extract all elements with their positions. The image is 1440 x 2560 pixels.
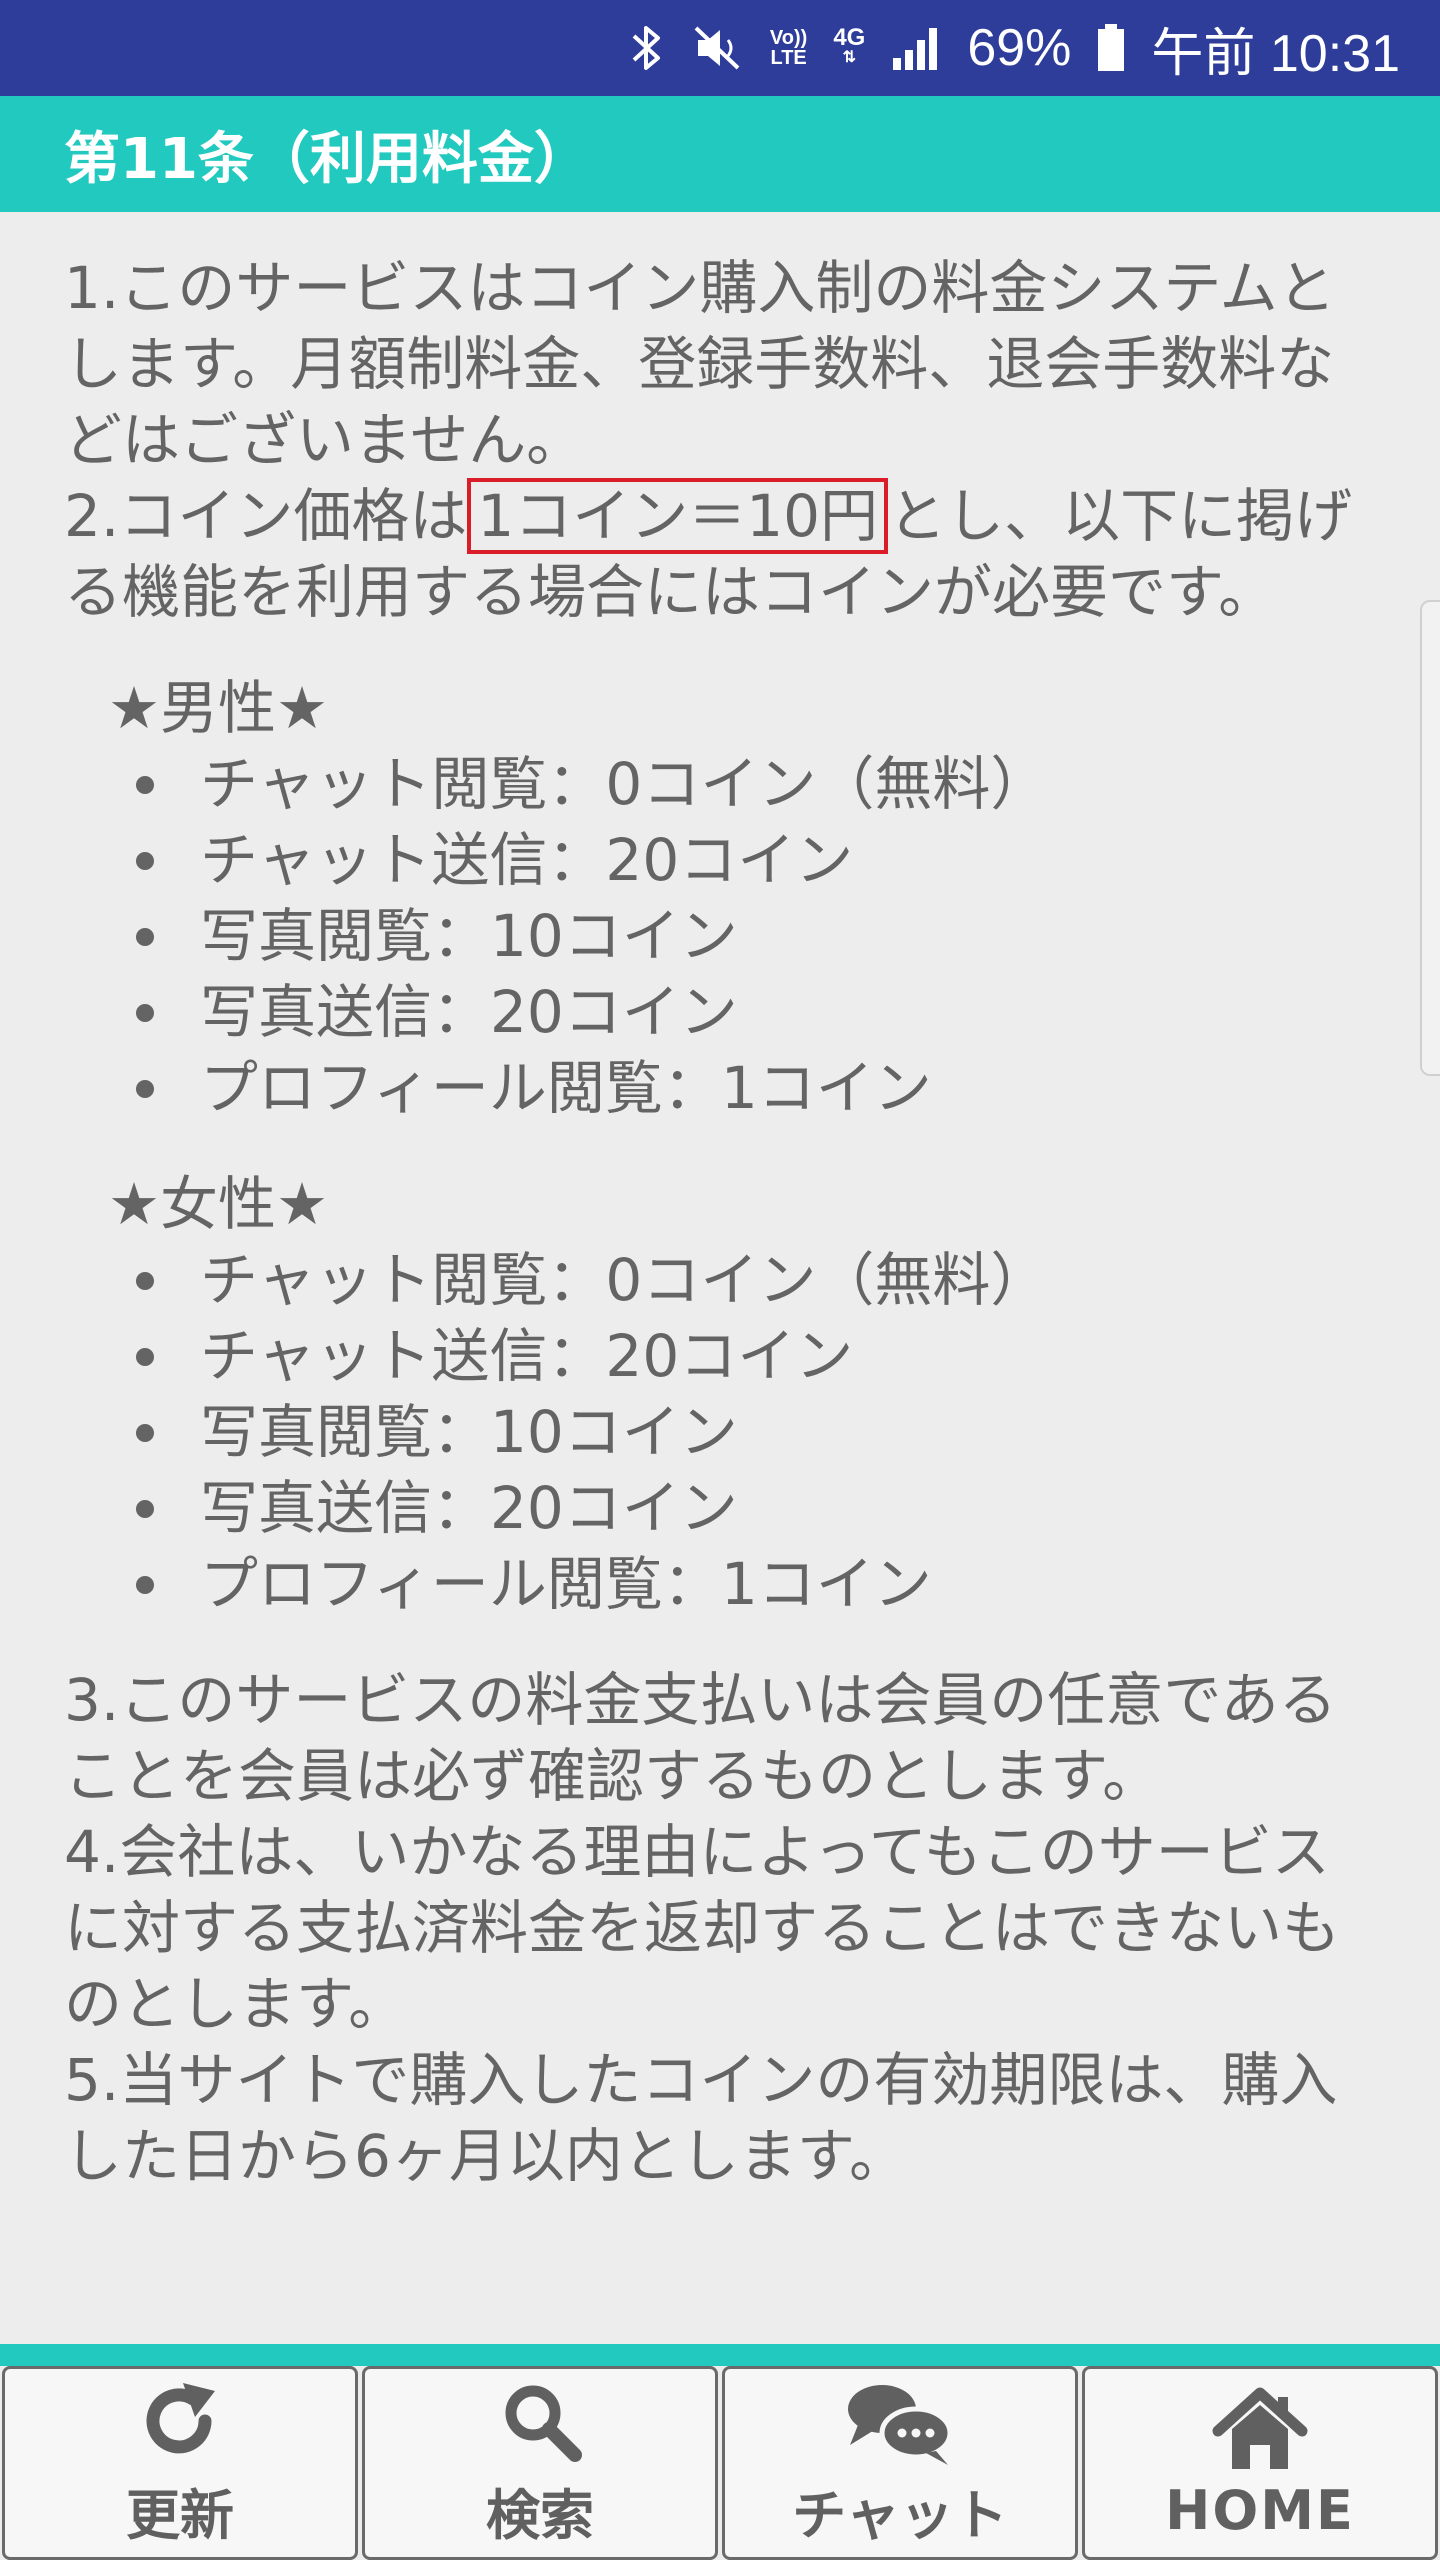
- male-fee-list: チャット閲覧：0コイン（無料） チャット送信：20コイン 写真閲覧：10コイン …: [64, 746, 1364, 1126]
- refresh-icon: [135, 2377, 225, 2467]
- paragraph-3: 3.このサービスの料金支払いは会員の任意であることを会員は必ず確認するものとしま…: [64, 1666, 1337, 1810]
- home-icon: [1210, 2385, 1310, 2475]
- list-item: チャット閲覧：0コイン（無料）: [136, 1242, 1364, 1318]
- network-label: 4G: [833, 24, 866, 51]
- section-header: 第11条（利用料金）: [0, 96, 1440, 212]
- search-button[interactable]: 検索: [362, 2366, 718, 2560]
- bluetooth-icon: [630, 22, 664, 74]
- paragraph-4: 4.会社は、いかなる理由によってもこのサービスに対する支払済料金を返却することは…: [64, 1818, 1341, 2038]
- volte-top-label: Vo)): [769, 27, 808, 49]
- search-label: 検索: [486, 2483, 594, 2547]
- volte-bottom-label: LTE: [770, 47, 807, 69]
- female-fee-list: チャット閲覧：0コイン（無料） チャット送信：20コイン 写真閲覧：10コイン …: [64, 1242, 1364, 1622]
- chat-icon: [840, 2377, 960, 2467]
- section-title: 第11条（利用料金）: [64, 126, 590, 192]
- list-item: 写真閲覧：10コイン: [136, 898, 1364, 974]
- terms-content: 1.このサービスはコイン購入制の料金システムとします。月額制料金、登録手数料、退…: [64, 250, 1364, 2194]
- paragraph-2-lead: 2.コイン価格は: [64, 482, 468, 550]
- paragraph-5: 5.当サイトで購入したコインの有効期限は、購入した日から6ヶ月以内とします。: [64, 2046, 1338, 2190]
- list-item: 写真閲覧：10コイン: [136, 1394, 1364, 1470]
- male-group-title: ★男性★: [108, 674, 328, 742]
- vibrate-mute-icon: [690, 22, 744, 74]
- list-item: プロフィール閲覧：1コイン: [136, 1546, 1364, 1622]
- search-icon: [495, 2377, 585, 2467]
- bottom-accent-bar: [0, 2344, 1440, 2366]
- refresh-button[interactable]: 更新: [2, 2366, 358, 2560]
- list-item: 写真送信：20コイン: [136, 1470, 1364, 1546]
- signal-icon: [891, 26, 941, 70]
- female-group-title: ★女性★: [108, 1170, 328, 1238]
- chat-button[interactable]: チャット: [722, 2366, 1078, 2560]
- volte-indicator: Vo)) LTE: [770, 28, 807, 68]
- list-item: チャット閲覧：0コイン（無料）: [136, 746, 1364, 822]
- list-item: 写真送信：20コイン: [136, 974, 1364, 1050]
- coin-price-highlight: 1コイン＝10円: [467, 478, 889, 554]
- paragraph-2: 2.コイン価格は 1コイン＝10円 とし、以下に掲げる機能を利用する場合にはコインが…: [64, 478, 1364, 630]
- clock: 午前 10:31: [1151, 24, 1400, 83]
- list-item: チャット送信：20コイン: [136, 1318, 1364, 1394]
- refresh-label: 更新: [126, 2483, 234, 2547]
- home-button[interactable]: HOME: [1082, 2366, 1438, 2560]
- status-bar: Vo)) LTE 4G ⇅ 69% 午前 10:31: [0, 0, 1440, 96]
- bottom-nav: 更新 検索 チャット HOME: [0, 2366, 1440, 2560]
- battery-icon: [1097, 24, 1125, 72]
- data-arrows-icon: ⇅: [842, 49, 857, 66]
- list-item: プロフィール閲覧：1コイン: [136, 1050, 1364, 1126]
- list-item: チャット送信：20コイン: [136, 822, 1364, 898]
- battery-percent: 69%: [967, 19, 1072, 77]
- home-label: HOME: [1165, 2478, 1355, 2542]
- chat-label: チャット: [792, 2483, 1008, 2547]
- network-indicator: 4G ⇅: [833, 24, 866, 68]
- scroll-handle[interactable]: [1420, 600, 1440, 1076]
- paragraph-1: 1.このサービスはコイン購入制の料金システムとします。月額制料金、登録手数料、退…: [64, 254, 1336, 474]
